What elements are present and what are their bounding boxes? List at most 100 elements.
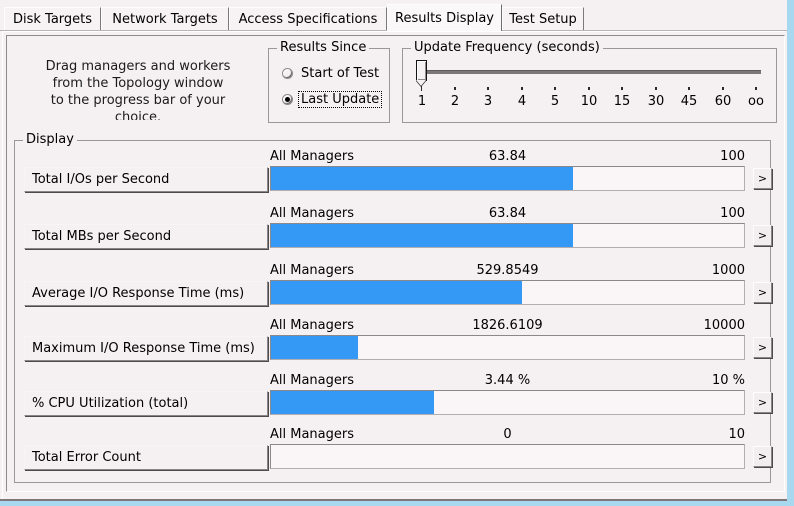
tab-label: Results Display xyxy=(395,10,494,26)
metric-button-total-error-count[interactable]: Total Error Count xyxy=(24,445,268,470)
bar-value: 63.84 xyxy=(488,206,527,221)
update-frequency-ticks xyxy=(402,86,777,92)
progress-bar[interactable] xyxy=(270,223,745,248)
bar-header: All Managers 63.84 100 xyxy=(270,149,745,165)
metric-button-total-ios-per-second[interactable]: Total I/Os per Second xyxy=(24,167,268,192)
update-frequency-legend: Update Frequency (seconds) xyxy=(411,41,603,55)
update-frequency-tick-labels: 1 2 3 4 5 10 15 30 45 60 oo xyxy=(402,95,777,113)
radio-icon xyxy=(282,68,293,79)
update-frequency-group: Update Frequency (seconds) 1 2 3 4 5 10 … xyxy=(402,41,777,123)
metric-button-total-mbs-per-second[interactable]: Total MBs per Second xyxy=(24,224,268,249)
metric-label: Total Error Count xyxy=(32,450,141,465)
bar-max: 10 % xyxy=(711,373,745,388)
bar-max: 10 xyxy=(728,427,745,442)
results-since-group: Results Since Start of Test Last Update xyxy=(268,41,390,123)
tab-label: Access Specifications xyxy=(238,12,378,27)
tick-label: 2 xyxy=(450,94,460,109)
expand-button[interactable]: > xyxy=(753,392,772,413)
display-rows: Total I/Os per Second All Managers 63.84… xyxy=(14,133,772,483)
progress-bar-fill xyxy=(271,224,573,247)
bar-max: 100 xyxy=(720,149,745,164)
tick-label: 3 xyxy=(483,94,493,109)
tick-label: 10 xyxy=(580,94,598,109)
bar-max: 100 xyxy=(720,206,745,221)
progress-bar[interactable] xyxy=(270,335,745,360)
radio-label: Last Update xyxy=(297,91,383,108)
table-row: Maximum I/O Response Time (ms) All Manag… xyxy=(14,316,772,371)
bar-header: All Managers 63.84 100 xyxy=(270,206,745,222)
tick-label: 4 xyxy=(517,94,527,109)
table-row: Average I/O Response Time (ms) All Manag… xyxy=(14,261,772,316)
tab-label: Network Targets xyxy=(112,12,218,27)
table-row: Total Error Count All Managers 0 10 > xyxy=(14,425,772,480)
tick-label: 30 xyxy=(647,94,665,109)
drag-hint-line-1: Drag managers and workers xyxy=(45,59,231,74)
bar-max: 10000 xyxy=(703,318,745,333)
tab-strip: Disk Targets Network Targets Access Spec… xyxy=(0,0,787,31)
progress-bar[interactable] xyxy=(270,166,745,191)
metric-button-average-io-response-time[interactable]: Average I/O Response Time (ms) xyxy=(24,281,268,306)
bar-value: 63.84 xyxy=(488,149,527,164)
tab-disk-targets[interactable]: Disk Targets xyxy=(4,7,101,31)
bar-header: All Managers 529.8549 1000 xyxy=(270,263,745,279)
results-since-frame xyxy=(268,48,390,123)
progress-bar-fill xyxy=(271,391,434,414)
iometer-window: Disk Targets Network Targets Access Spec… xyxy=(0,0,787,501)
progress-bar[interactable] xyxy=(270,280,745,305)
radio-icon xyxy=(282,94,293,105)
progress-bar-fill xyxy=(271,281,522,304)
tab-label: Test Setup xyxy=(509,12,577,27)
drag-hint-line-3: to the progress bar of your xyxy=(50,93,226,108)
expand-button[interactable]: > xyxy=(753,282,772,303)
tick-label: 15 xyxy=(613,94,631,109)
expand-button[interactable]: > xyxy=(753,225,772,246)
progress-bar[interactable] xyxy=(270,444,745,469)
metric-label: Average I/O Response Time (ms) xyxy=(32,286,245,301)
bar-value: 0 xyxy=(503,427,512,442)
expand-button[interactable]: > xyxy=(753,337,772,358)
bar-value: 3.44 % xyxy=(484,373,531,388)
progress-bar-fill xyxy=(271,167,573,190)
drag-hint-line-2: from the Topology window xyxy=(52,76,224,91)
metric-label: Maximum I/O Response Time (ms) xyxy=(32,341,255,356)
expand-button[interactable]: > xyxy=(753,446,772,467)
progress-bar[interactable] xyxy=(270,390,745,415)
bar-value: 1826.6109 xyxy=(472,318,543,333)
display-group: Display Total I/Os per Second All Manage… xyxy=(14,133,772,483)
metric-label: % CPU Utilization (total) xyxy=(32,396,189,411)
radio-start-of-test[interactable]: Start of Test xyxy=(282,66,381,81)
expand-button[interactable]: > xyxy=(753,168,772,189)
bar-value: 529.8549 xyxy=(476,263,539,278)
tick-label: 45 xyxy=(680,94,698,109)
bar-header: All Managers 1826.6109 10000 xyxy=(270,318,745,334)
tick-label: oo xyxy=(748,94,764,109)
tick-label: 5 xyxy=(550,94,560,109)
table-row: % CPU Utilization (total) All Managers 3… xyxy=(14,371,772,426)
window-bottom-edge xyxy=(0,499,787,501)
tab-network-targets[interactable]: Network Targets xyxy=(101,7,229,31)
drag-hint-text: Drag managers and workers from the Topol… xyxy=(12,58,264,120)
tab-test-setup[interactable]: Test Setup xyxy=(502,7,584,31)
bar-header: All Managers 0 10 xyxy=(270,427,745,443)
table-row: Total MBs per Second All Managers 63.84 … xyxy=(14,204,772,259)
metric-button-cpu-utilization[interactable]: % CPU Utilization (total) xyxy=(24,391,268,416)
update-frequency-slider-thumb[interactable] xyxy=(416,60,427,81)
bar-header: All Managers 3.44 % 10 % xyxy=(270,373,745,389)
metric-button-maximum-io-response-time[interactable]: Maximum I/O Response Time (ms) xyxy=(24,336,268,361)
table-row: Total I/Os per Second All Managers 63.84… xyxy=(14,147,772,202)
tab-results-display[interactable]: Results Display xyxy=(387,4,502,31)
drag-hint-line-4: choice. xyxy=(114,110,162,120)
bar-max: 1000 xyxy=(711,263,745,278)
metric-label: Total I/Os per Second xyxy=(32,172,170,187)
progress-bar-fill xyxy=(271,336,358,359)
radio-label: Start of Test xyxy=(301,66,380,81)
update-frequency-slider-track[interactable] xyxy=(421,70,761,74)
tab-access-specifications[interactable]: Access Specifications xyxy=(229,7,387,31)
radio-last-update[interactable]: Last Update xyxy=(282,91,383,108)
tick-label: 1 xyxy=(417,94,427,109)
results-since-legend: Results Since xyxy=(277,41,370,55)
tab-label: Disk Targets xyxy=(12,12,93,27)
metric-label: Total MBs per Second xyxy=(32,229,172,244)
display-legend: Display xyxy=(23,133,77,147)
tick-label: 60 xyxy=(714,94,732,109)
